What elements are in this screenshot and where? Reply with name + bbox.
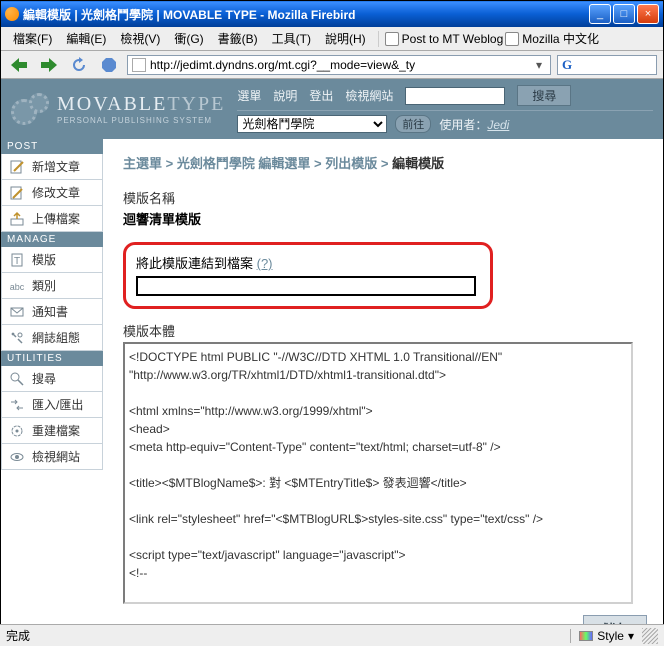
nav-menu[interactable]: 選單 [237, 87, 261, 104]
menu-file[interactable]: 檔案(F) [7, 28, 58, 49]
template-body-textarea[interactable] [123, 342, 633, 604]
minimize-button[interactable]: _ [589, 4, 611, 24]
menu-go[interactable]: 衝(G) [168, 28, 209, 49]
statusbar: 完成 Style▾ [0, 624, 664, 646]
sidebar-item-templates[interactable]: T模版 [1, 247, 103, 273]
address-bar[interactable]: ▾ [127, 55, 551, 75]
sidebar-item-rebuild[interactable]: 重建檔案 [1, 418, 103, 444]
toolbar: ▾ G [1, 51, 663, 79]
sidebar-item-search[interactable]: 搜尋 [1, 366, 103, 392]
template-name-value: 迴響清單模版 [123, 209, 649, 228]
breadcrumb: 主選單 > 光劍格鬥學院 編輯選單 > 列出模版 > 編輯模版 [123, 153, 649, 172]
status-text: 完成 [6, 627, 570, 644]
header-search-button[interactable]: 搜尋 [517, 85, 571, 106]
upload-icon [8, 211, 26, 227]
menu-tools[interactable]: 工具(T) [266, 28, 317, 49]
forward-button[interactable] [37, 54, 61, 76]
stop-button[interactable] [97, 54, 121, 76]
window-title: 編輯模版 | 光劍格鬥學院 | MOVABLE TYPE - Mozilla F… [5, 6, 589, 23]
page-icon [505, 32, 519, 46]
menubar: 檔案(F) 編輯(E) 檢視(V) 衝(G) 書籤(B) 工具(T) 說明(H)… [1, 27, 663, 51]
mt-header: MOVABLETYPE PERSONAL PUBLISHING SYSTEM 選… [1, 79, 663, 139]
bookmark-mozilla-zh[interactable]: Mozilla 中文化 [505, 30, 599, 47]
page-icon [385, 32, 399, 46]
category-icon: abc [8, 278, 26, 294]
eye-icon [8, 449, 26, 465]
import-export-icon [8, 397, 26, 413]
svg-text:T: T [14, 256, 20, 267]
sidebar-header-manage: MANAGE [1, 232, 103, 247]
header-search-input[interactable] [405, 87, 505, 105]
notify-icon [8, 304, 26, 320]
link-file-label: 將此模版連結到檔案 (?) [136, 253, 480, 272]
sidebar-item-config[interactable]: 網誌組態 [1, 325, 103, 351]
user-link[interactable]: Jedi [487, 118, 509, 132]
sidebar: POST 新增文章 修改文章 上傳檔案 MANAGE T模版 abc類別 通知書… [1, 139, 103, 650]
blog-select[interactable]: 光劍格鬥學院 [237, 115, 387, 133]
dropdown-icon[interactable]: ▾ [532, 58, 546, 72]
sidebar-item-upload[interactable]: 上傳檔案 [1, 206, 103, 232]
user-label: 使用者：Jedi [439, 116, 509, 133]
google-icon: G [562, 58, 576, 72]
template-body-label: 模版本體 [123, 321, 649, 340]
resize-grip[interactable] [642, 628, 658, 644]
back-button[interactable] [7, 54, 31, 76]
nav-help[interactable]: 說明 [273, 87, 297, 104]
go-button[interactable]: 前往 [395, 115, 431, 133]
search-icon [8, 371, 26, 387]
reload-button[interactable] [67, 54, 91, 76]
style-indicator[interactable]: Style▾ [570, 629, 642, 643]
rebuild-icon [8, 423, 26, 439]
bookmark-post-mt[interactable]: Post to MT Weblog [385, 32, 504, 46]
config-icon [8, 330, 26, 346]
maximize-button[interactable]: □ [613, 4, 635, 24]
help-link[interactable]: (?) [257, 256, 273, 271]
menu-view[interactable]: 檢視(V) [114, 28, 166, 49]
sidebar-item-notifications[interactable]: 通知書 [1, 299, 103, 325]
menu-separator [378, 31, 379, 47]
url-input[interactable] [150, 58, 532, 72]
sidebar-header-utilities: UTILITIES [1, 351, 103, 366]
page-icon [132, 58, 146, 72]
palette-icon [579, 631, 593, 641]
edit-icon [8, 185, 26, 201]
main-content: 主選單 > 光劍格鬥學院 編輯選單 > 列出模版 > 編輯模版 模版名稱 迴響清… [103, 139, 663, 650]
menu-edit[interactable]: 編輯(E) [60, 28, 112, 49]
sidebar-item-new-entry[interactable]: 新增文章 [1, 154, 103, 180]
template-icon: T [8, 252, 26, 268]
mt-logo: MOVABLETYPE PERSONAL PUBLISHING SYSTEM [11, 91, 225, 127]
sidebar-item-categories[interactable]: abc類別 [1, 273, 103, 299]
sidebar-item-view-site[interactable]: 檢視網站 [1, 444, 103, 470]
new-entry-icon [8, 159, 26, 175]
sidebar-item-edit-entries[interactable]: 修改文章 [1, 180, 103, 206]
menu-help[interactable]: 說明(H) [319, 28, 372, 49]
nav-view-site[interactable]: 檢視網站 [345, 87, 393, 104]
svg-text:abc: abc [10, 282, 25, 292]
template-name-label: 模版名稱 [123, 188, 649, 207]
gears-icon [11, 91, 51, 127]
link-file-section: 將此模版連結到檔案 (?) [123, 242, 493, 309]
sidebar-header-post: POST [1, 139, 103, 154]
close-button[interactable]: × [637, 4, 659, 24]
sidebar-item-import-export[interactable]: 匯入/匯出 [1, 392, 103, 418]
nav-logout[interactable]: 登出 [309, 87, 333, 104]
browser-search[interactable]: G [557, 55, 657, 75]
link-file-input[interactable] [136, 276, 476, 296]
menu-bookmarks[interactable]: 書籤(B) [212, 28, 264, 49]
titlebar: 編輯模版 | 光劍格鬥學院 | MOVABLE TYPE - Mozilla F… [1, 1, 663, 27]
